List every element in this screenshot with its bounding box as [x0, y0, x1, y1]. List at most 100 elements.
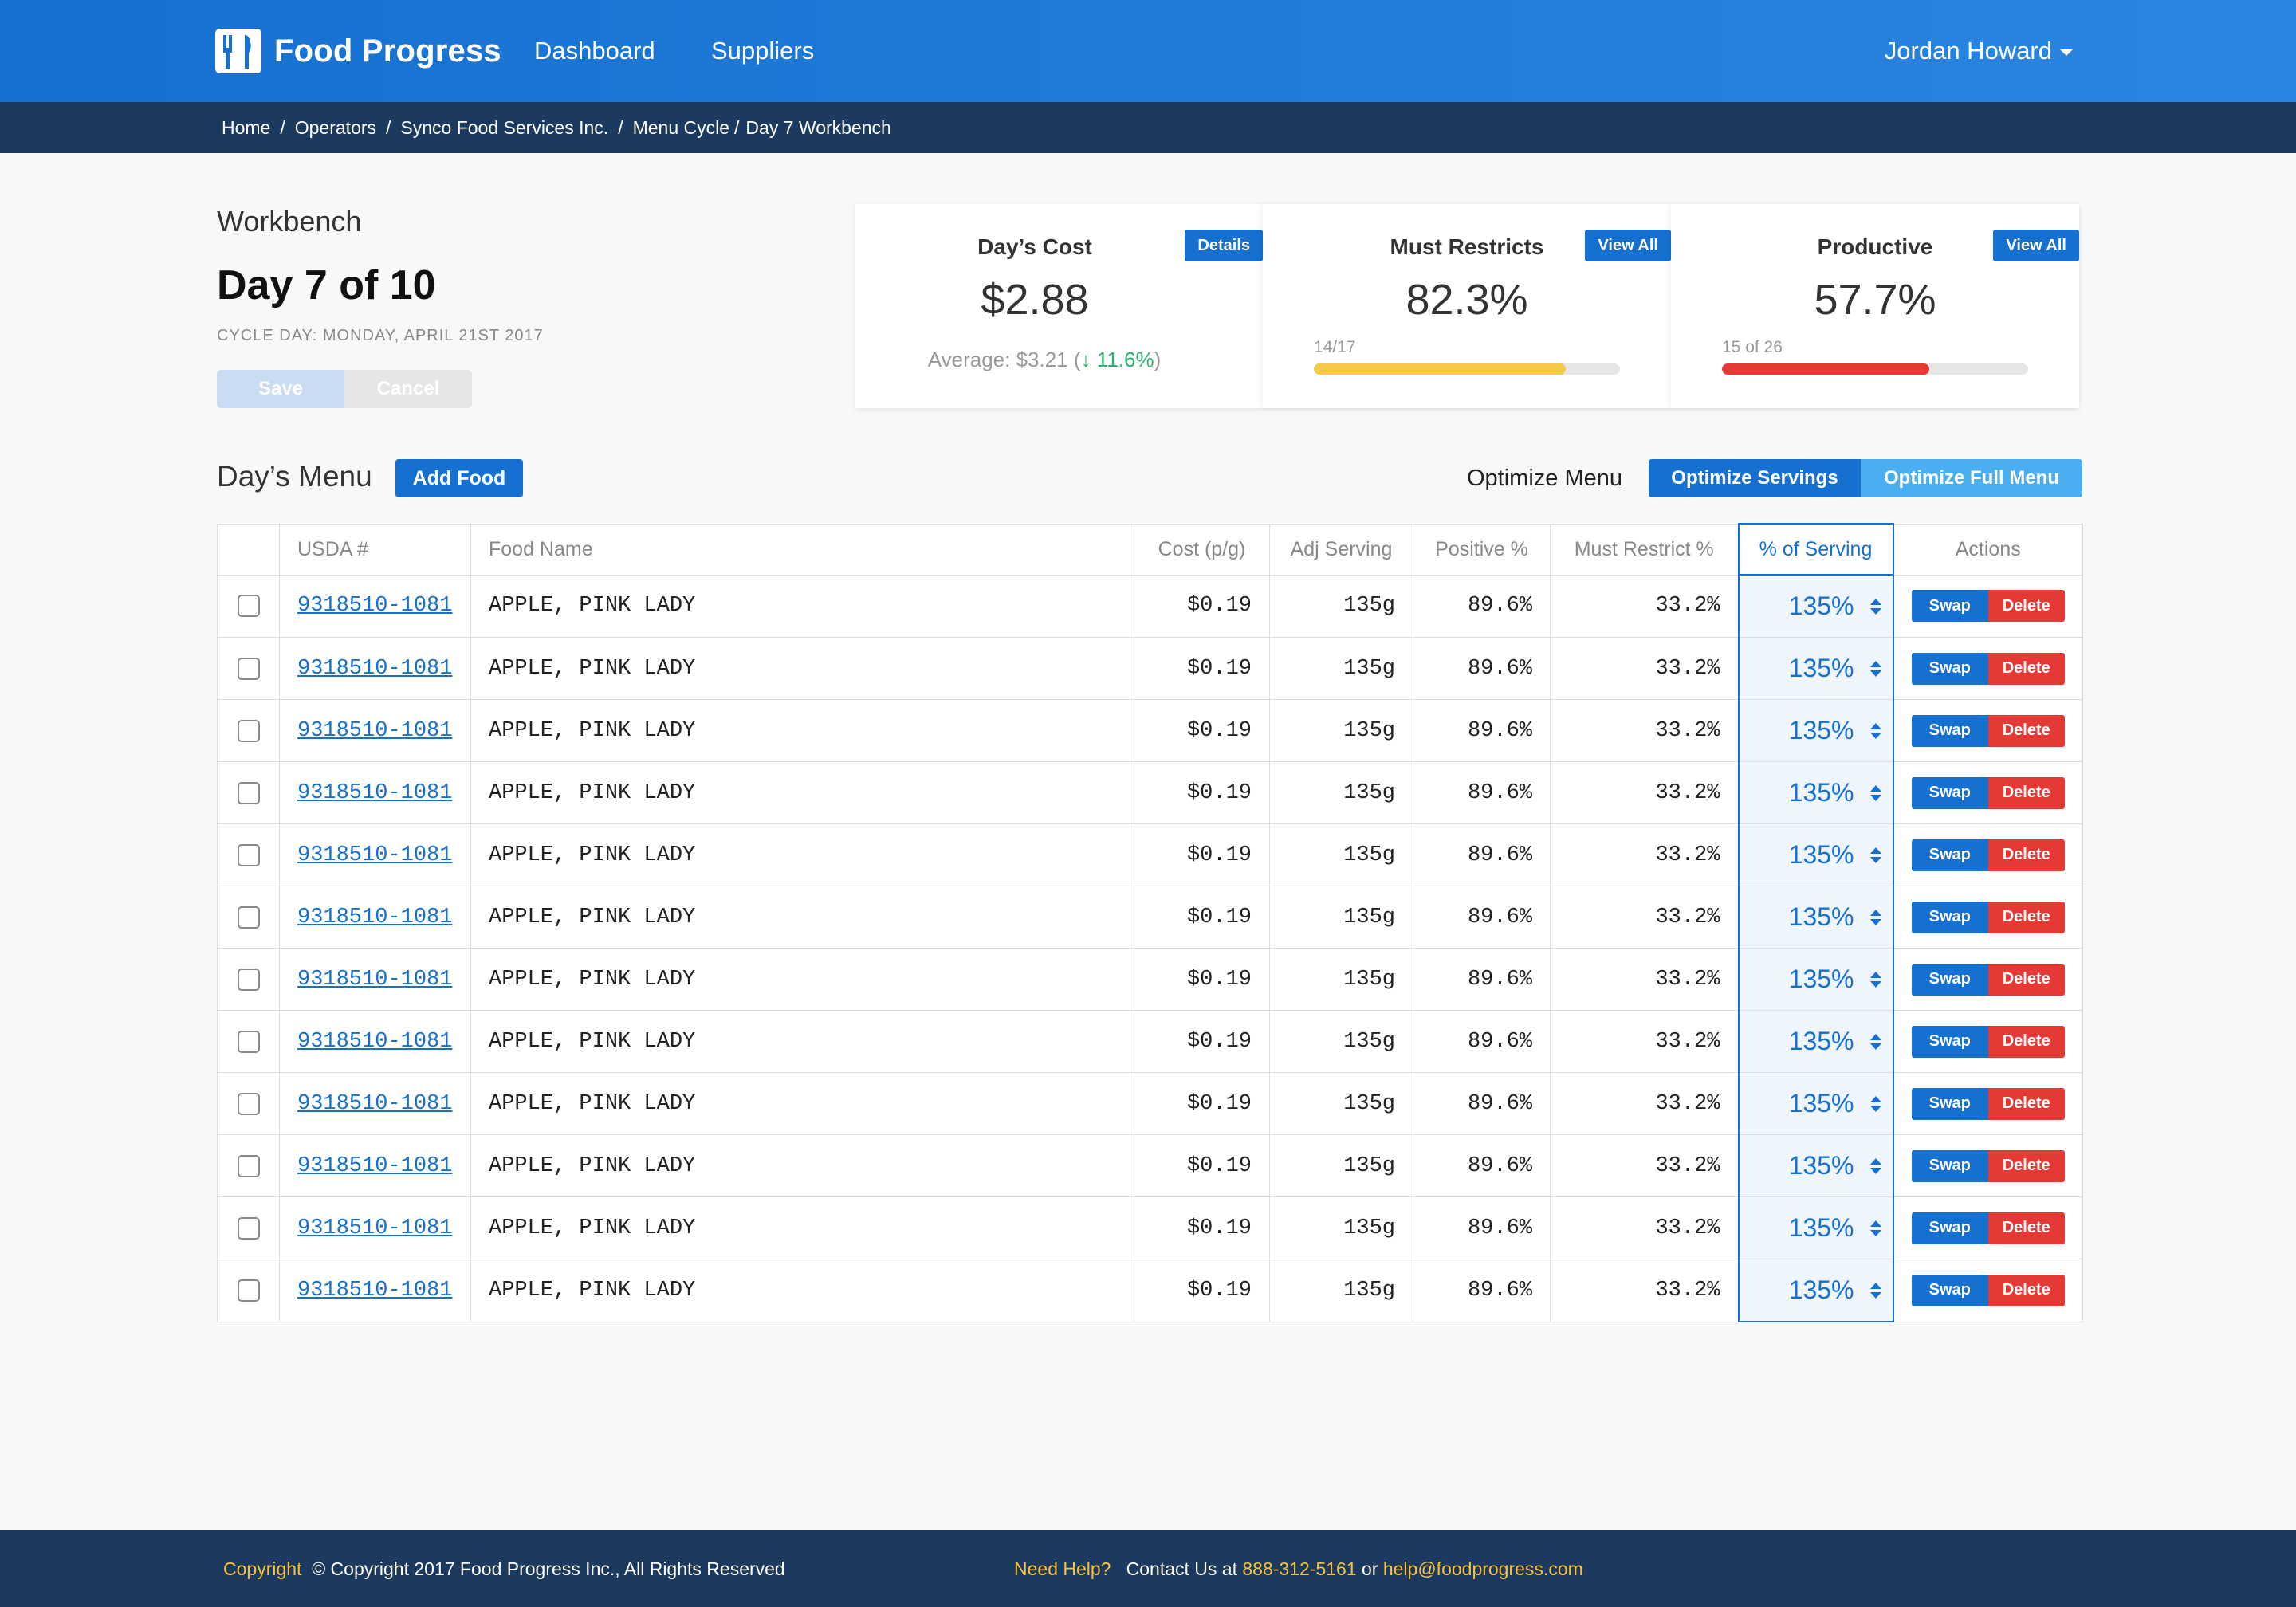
breadcrumb-operator[interactable]: Synco Food Services Inc.: [400, 117, 608, 138]
arrow-down-icon[interactable]: [1869, 1167, 1881, 1174]
row-checkbox[interactable]: [237, 1030, 260, 1053]
percent-serving-value[interactable]: 135%: [1789, 716, 1854, 745]
delete-button[interactable]: Delete: [1987, 1025, 2065, 1058]
percent-serving-cell[interactable]: 135%: [1737, 1134, 1894, 1197]
percent-serving-value[interactable]: 135%: [1789, 1027, 1854, 1056]
percent-serving-value[interactable]: 135%: [1789, 965, 1854, 994]
row-checkbox[interactable]: [237, 1092, 260, 1115]
breadcrumb-menu-cycle[interactable]: Menu Cycle: [633, 117, 729, 138]
must-restrict-column-header[interactable]: Must Restrict %: [1550, 523, 1739, 576]
delete-button[interactable]: Delete: [1987, 1149, 2065, 1182]
stepper-arrows-icon[interactable]: [1869, 784, 1881, 801]
arrow-up-icon[interactable]: [1869, 660, 1881, 667]
nav-link-dashboard[interactable]: Dashboard: [534, 35, 655, 67]
optimize-servings-button[interactable]: Optimize Servings: [1649, 459, 1861, 497]
stepper-arrows-icon[interactable]: [1869, 1282, 1881, 1299]
row-checkbox[interactable]: [237, 719, 260, 742]
stepper-arrows-icon[interactable]: [1869, 1220, 1881, 1236]
view-all-restricts-button[interactable]: View All: [1585, 230, 1671, 261]
percent-serving-cell[interactable]: 135%: [1737, 574, 1894, 638]
percent-serving-value[interactable]: 135%: [1789, 1275, 1854, 1305]
percent-serving-column-header[interactable]: % of Serving: [1737, 523, 1894, 576]
delete-button[interactable]: Delete: [1987, 590, 2065, 623]
percent-serving-cell[interactable]: 135%: [1737, 948, 1894, 1011]
stepper-arrows-icon[interactable]: [1869, 1033, 1881, 1050]
arrow-up-icon[interactable]: [1869, 847, 1881, 854]
percent-serving-value[interactable]: 135%: [1789, 1213, 1854, 1243]
swap-button[interactable]: Swap: [1911, 839, 1988, 871]
stepper-arrows-icon[interactable]: [1869, 1157, 1881, 1174]
arrow-up-icon[interactable]: [1869, 784, 1881, 792]
row-checkbox[interactable]: [237, 1279, 260, 1302]
arrow-down-icon[interactable]: [1869, 732, 1881, 739]
usda-link[interactable]: 9318510-1081: [297, 657, 452, 681]
arrow-down-icon[interactable]: [1869, 980, 1881, 988]
arrow-down-icon[interactable]: [1869, 856, 1881, 863]
usda-link[interactable]: 9318510-1081: [297, 1216, 452, 1240]
usda-link[interactable]: 9318510-1081: [297, 1030, 452, 1054]
food-name-column-header[interactable]: Food Name: [470, 523, 1134, 576]
arrow-up-icon[interactable]: [1869, 1282, 1881, 1289]
arrow-up-icon[interactable]: [1869, 1220, 1881, 1227]
optimize-full-menu-button[interactable]: Optimize Full Menu: [1861, 459, 2082, 497]
row-checkbox[interactable]: [237, 843, 260, 866]
usda-column-header[interactable]: USDA #: [279, 523, 471, 576]
usda-link[interactable]: 9318510-1081: [297, 781, 452, 805]
swap-button[interactable]: Swap: [1911, 590, 1988, 623]
row-checkbox[interactable]: [237, 1216, 260, 1240]
breadcrumb-home[interactable]: Home: [222, 117, 270, 138]
swap-button[interactable]: Swap: [1911, 901, 1988, 933]
usda-link[interactable]: 9318510-1081: [297, 719, 452, 743]
phone-link[interactable]: 888-312-5161: [1242, 1558, 1356, 1579]
delete-button[interactable]: Delete: [1987, 1212, 2065, 1244]
swap-button[interactable]: Swap: [1911, 963, 1988, 996]
row-checkbox[interactable]: [237, 781, 260, 804]
arrow-down-icon[interactable]: [1869, 1291, 1881, 1299]
swap-button[interactable]: Swap: [1911, 1274, 1988, 1306]
delete-button[interactable]: Delete: [1987, 901, 2065, 933]
positive-column-header[interactable]: Positive %: [1413, 523, 1551, 576]
breadcrumb-operators[interactable]: Operators: [295, 117, 376, 138]
arrow-up-icon[interactable]: [1869, 971, 1881, 978]
user-menu[interactable]: Jordan Howard: [1885, 35, 2073, 67]
stepper-arrows-icon[interactable]: [1869, 722, 1881, 739]
arrow-down-icon[interactable]: [1869, 1043, 1881, 1050]
row-checkbox[interactable]: [237, 1154, 260, 1177]
percent-serving-cell[interactable]: 135%: [1737, 823, 1894, 886]
usda-link[interactable]: 9318510-1081: [297, 1279, 452, 1302]
delete-button[interactable]: Delete: [1987, 1274, 2065, 1306]
percent-serving-value[interactable]: 135%: [1789, 778, 1854, 807]
usda-link[interactable]: 9318510-1081: [297, 843, 452, 867]
arrow-down-icon[interactable]: [1869, 918, 1881, 925]
percent-serving-value[interactable]: 135%: [1789, 654, 1854, 683]
delete-button[interactable]: Delete: [1987, 652, 2065, 685]
percent-serving-cell[interactable]: 135%: [1737, 761, 1894, 824]
adj-serving-column-header[interactable]: Adj Serving: [1269, 523, 1413, 576]
nav-link-suppliers[interactable]: Suppliers: [711, 35, 814, 67]
arrow-up-icon[interactable]: [1869, 722, 1881, 729]
arrow-down-icon[interactable]: [1869, 1105, 1881, 1112]
email-link[interactable]: help@foodprogress.com: [1383, 1558, 1583, 1579]
swap-button[interactable]: Swap: [1911, 714, 1988, 747]
stepper-arrows-icon[interactable]: [1869, 1095, 1881, 1112]
arrow-up-icon[interactable]: [1869, 1157, 1881, 1165]
cost-column-header[interactable]: Cost (p/g): [1134, 523, 1270, 576]
arrow-up-icon[interactable]: [1869, 1033, 1881, 1040]
percent-serving-cell[interactable]: 135%: [1737, 1259, 1894, 1322]
arrow-down-icon[interactable]: [1869, 670, 1881, 677]
swap-button[interactable]: Swap: [1911, 652, 1988, 685]
delete-button[interactable]: Delete: [1987, 839, 2065, 871]
percent-serving-cell[interactable]: 135%: [1737, 637, 1894, 700]
stepper-arrows-icon[interactable]: [1869, 598, 1881, 615]
stepper-arrows-icon[interactable]: [1869, 660, 1881, 677]
row-checkbox[interactable]: [237, 595, 260, 618]
percent-serving-value[interactable]: 135%: [1789, 840, 1854, 870]
swap-button[interactable]: Swap: [1911, 1149, 1988, 1182]
add-food-button[interactable]: Add Food: [395, 459, 523, 497]
usda-link[interactable]: 9318510-1081: [297, 1154, 452, 1178]
percent-serving-value[interactable]: 135%: [1789, 1089, 1854, 1118]
percent-serving-value[interactable]: 135%: [1789, 591, 1854, 621]
stepper-arrows-icon[interactable]: [1869, 971, 1881, 988]
row-checkbox[interactable]: [237, 657, 260, 680]
arrow-down-icon[interactable]: [1869, 794, 1881, 801]
